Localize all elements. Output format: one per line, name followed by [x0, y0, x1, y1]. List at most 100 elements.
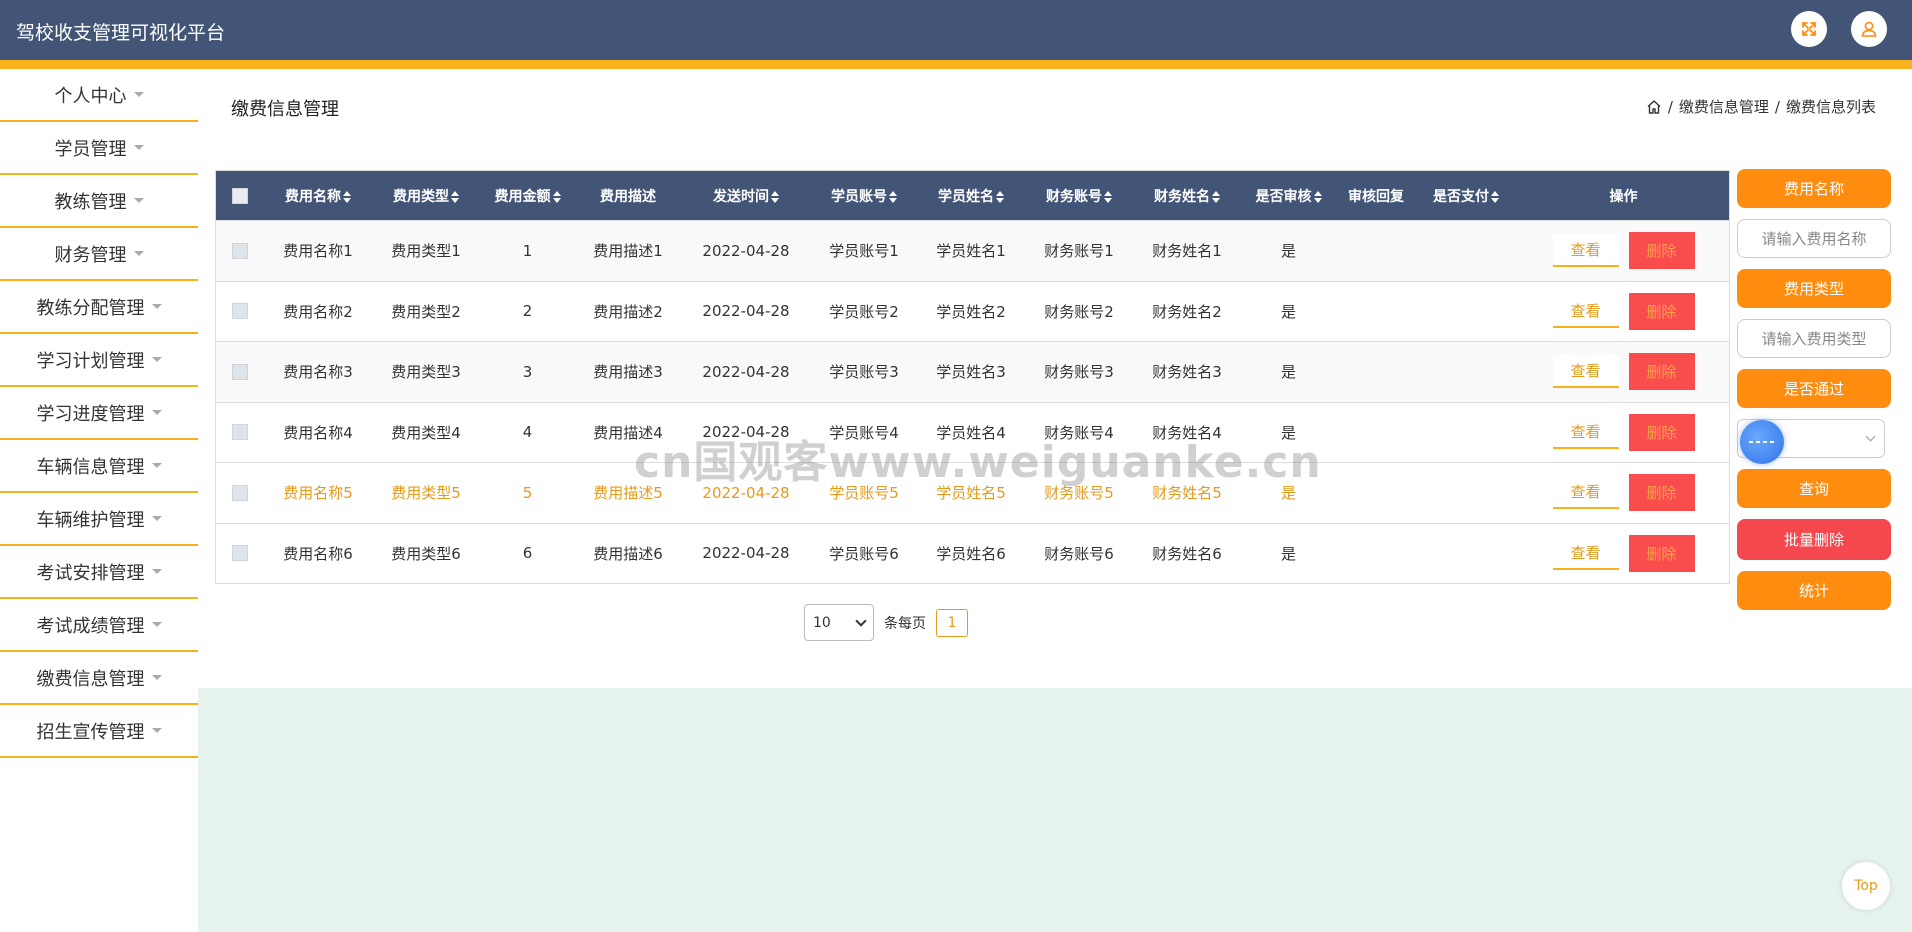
row-checkbox[interactable]: [232, 545, 248, 562]
sidebar-item-enrollment-promo[interactable]: 招生宣传管理: [0, 705, 198, 758]
delete-button[interactable]: 删除: [1628, 232, 1695, 270]
cell-finance-name: 财务姓名6: [1152, 544, 1222, 563]
col-header-finance-account[interactable]: 财务账号: [1025, 186, 1133, 206]
sort-icon: [771, 190, 779, 203]
filter-type-input[interactable]: 请输入费用类型: [1737, 319, 1891, 358]
col-header-student-account[interactable]: 学员账号: [811, 186, 917, 206]
sidebar-item-exam-schedule[interactable]: 考试安排管理: [0, 546, 198, 599]
cell-student-account: 学员账号3: [829, 363, 899, 382]
fullscreen-button[interactable]: [1791, 11, 1827, 47]
sidebar-item-study-progress[interactable]: 学习进度管理: [0, 387, 198, 440]
sidebar-item-personal-center[interactable]: 个人中心: [0, 69, 198, 122]
fullscreen-icon: [1802, 22, 1816, 36]
view-button[interactable]: 查看: [1552, 294, 1619, 328]
filter-pass-label: 是否通过: [1737, 369, 1891, 408]
sort-icon: [552, 190, 561, 203]
delete-button[interactable]: 删除: [1628, 353, 1695, 391]
col-header-type[interactable]: 费用类型: [372, 186, 480, 206]
caret-down-icon: [151, 569, 162, 574]
cell-audit: 是: [1280, 363, 1296, 382]
row-checkbox[interactable]: [232, 484, 248, 501]
cell-finance-name: 财务姓名5: [1152, 484, 1222, 503]
cell-time: 2022-04-28: [702, 423, 790, 442]
col-header-audit[interactable]: 是否审核: [1241, 186, 1336, 206]
cell-finance-name: 财务姓名3: [1152, 363, 1222, 382]
sort-icon: [889, 190, 897, 203]
col-header-paid[interactable]: 是否支付: [1416, 186, 1516, 206]
sidebar-item-study-plan[interactable]: 学习计划管理: [0, 334, 198, 387]
row-checkbox[interactable]: [232, 363, 248, 380]
cell-audit: 是: [1280, 484, 1296, 503]
breadcrumb: / 缴费信息管理 / 缴费信息列表: [1646, 96, 1876, 117]
sidebar-item-finance[interactable]: 财务管理: [0, 228, 198, 281]
sidebar-item-exam-scores[interactable]: 考试成绩管理: [0, 599, 198, 652]
cell-finance-name: 财务姓名2: [1152, 302, 1222, 321]
cell-student-name: 学员姓名1: [936, 242, 1006, 261]
col-header-student-name[interactable]: 学员姓名: [917, 186, 1025, 206]
back-to-top-button[interactable]: Top: [1842, 862, 1890, 910]
delete-button[interactable]: 删除: [1628, 413, 1695, 451]
home-icon[interactable]: [1646, 99, 1662, 115]
view-button[interactable]: 查看: [1552, 415, 1619, 449]
payment-table: 费用名称 费用类型 费用金额 费用描述 发送时间 学员账号 学员姓名 财务账号 …: [215, 170, 1730, 584]
view-button[interactable]: 查看: [1552, 536, 1619, 570]
row-checkbox[interactable]: [232, 424, 248, 441]
sidebar-item-vehicle-maintenance[interactable]: 车辆维护管理: [0, 493, 198, 546]
page-number-current[interactable]: 1: [936, 608, 968, 637]
cell-time: 2022-04-28: [702, 362, 790, 381]
cell-desc: 费用描述5: [593, 484, 663, 503]
cell-finance-account: 财务账号6: [1044, 544, 1114, 563]
cell-amount: 6: [522, 544, 533, 563]
breadcrumb-item-payment[interactable]: 缴费信息管理: [1679, 96, 1769, 117]
cell-name: 费用名称4: [283, 423, 353, 442]
sidebar-item-coach-assignment[interactable]: 教练分配管理: [0, 281, 198, 334]
sidebar-item-vehicle-info[interactable]: 车辆信息管理: [0, 440, 198, 493]
sidebar-item-coaches[interactable]: 教练管理: [0, 175, 198, 228]
view-button[interactable]: 查看: [1552, 234, 1619, 268]
col-header-time[interactable]: 发送时间: [681, 186, 811, 206]
caret-down-icon: [151, 410, 162, 415]
sort-icon: [1313, 190, 1322, 203]
sort-icon: [343, 190, 351, 203]
cell-type: 费用类型5: [391, 484, 461, 503]
view-button[interactable]: 查看: [1552, 476, 1619, 510]
cell-time: 2022-04-28: [702, 302, 790, 321]
cell-type: 费用类型3: [391, 363, 461, 382]
col-header-desc: 费用描述: [600, 188, 656, 205]
select-all-checkbox[interactable]: [232, 187, 248, 204]
caret-down-icon: [151, 622, 162, 627]
delete-button[interactable]: 删除: [1628, 292, 1695, 330]
row-checkbox[interactable]: [232, 303, 248, 320]
col-header-finance-name[interactable]: 财务姓名: [1133, 186, 1241, 206]
sidebar-item-payment-info[interactable]: 缴费信息管理: [0, 652, 198, 705]
filter-name-input[interactable]: 请输入费用名称: [1737, 219, 1891, 258]
row-checkbox[interactable]: [232, 242, 248, 259]
cell-audit: 是: [1280, 302, 1296, 321]
filter-pass-select[interactable]: [1737, 419, 1885, 464]
breadcrumb-separator: /: [1774, 97, 1780, 116]
cell-student-name: 学员姓名2: [936, 302, 1006, 321]
cell-audit: 是: [1280, 423, 1296, 442]
col-header-name[interactable]: 费用名称: [264, 186, 372, 206]
cell-desc: 费用描述2: [593, 302, 663, 321]
col-header-ops: 操作: [1609, 188, 1638, 205]
page-size-select[interactable]: 10: [804, 604, 874, 641]
query-button[interactable]: 查询: [1737, 469, 1891, 508]
col-header-amount[interactable]: 费用金额: [480, 186, 575, 206]
delete-button[interactable]: 删除: [1628, 474, 1695, 512]
statistics-button[interactable]: 统计: [1737, 571, 1891, 610]
filter-panel: 费用名称 请输入费用名称 费用类型 请输入费用类型 是否通过 查询 批量删除 统…: [1737, 169, 1891, 610]
cell-desc: 费用描述1: [593, 242, 663, 261]
batch-delete-button[interactable]: 批量删除: [1737, 519, 1891, 560]
sort-icon: [1212, 190, 1220, 203]
cell-time: 2022-04-28: [702, 483, 790, 502]
cell-type: 费用类型4: [391, 423, 461, 442]
user-button[interactable]: [1851, 11, 1887, 47]
sidebar-item-students[interactable]: 学员管理: [0, 122, 198, 175]
cell-type: 费用类型6: [391, 544, 461, 563]
cell-amount: 3: [522, 362, 533, 381]
cell-desc: 费用描述3: [593, 363, 663, 382]
cell-amount: 4: [522, 423, 533, 442]
delete-button[interactable]: 删除: [1628, 534, 1695, 572]
view-button[interactable]: 查看: [1552, 355, 1619, 389]
